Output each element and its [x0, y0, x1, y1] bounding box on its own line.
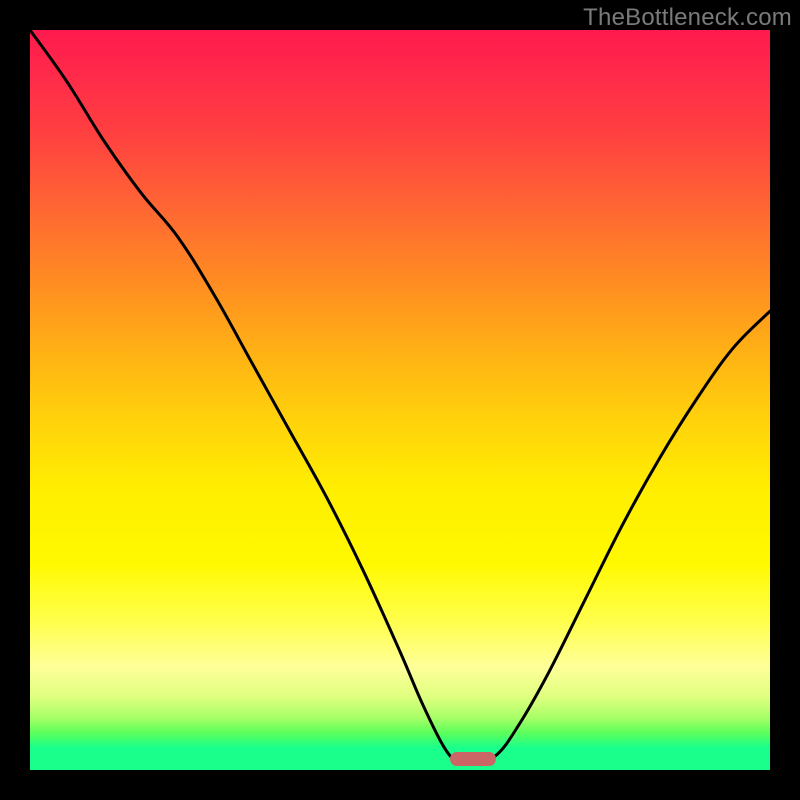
- watermark-text: TheBottleneck.com: [583, 4, 792, 32]
- optimal-marker: [450, 752, 496, 766]
- plot-area: [30, 30, 770, 770]
- chart-frame: TheBottleneck.com: [0, 0, 800, 800]
- bottleneck-curve: [30, 30, 770, 770]
